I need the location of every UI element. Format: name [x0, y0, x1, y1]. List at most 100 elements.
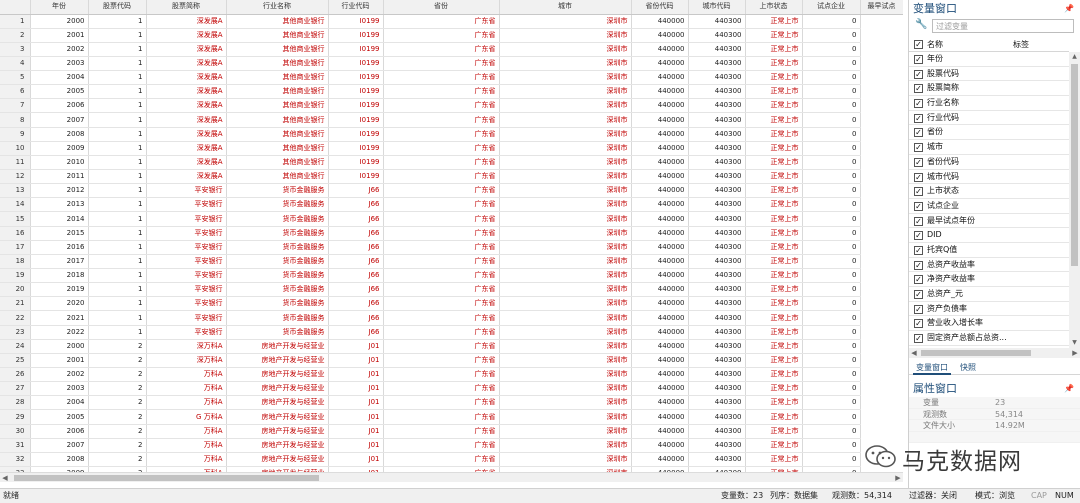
table-cell[interactable]: I0199: [328, 70, 384, 86]
variable-item[interactable]: ✓ 股票代码: [909, 67, 1069, 82]
row-number[interactable]: 23: [0, 325, 31, 340]
table-cell[interactable]: 广东省: [383, 211, 500, 227]
table-cell[interactable]: 0: [802, 254, 861, 270]
table-cell[interactable]: 2003: [30, 56, 89, 72]
pin-icon[interactable]: 📌: [1064, 0, 1074, 17]
table-cell[interactable]: 深圳市: [499, 310, 632, 326]
table-cell[interactable]: I0199: [328, 127, 384, 142]
table-cell[interactable]: 0: [802, 155, 861, 171]
table-cell[interactable]: 440000: [631, 438, 689, 453]
table-cell[interactable]: 深圳市: [499, 127, 632, 142]
table-row[interactable]: 27 2003 2 万科A 房地产开发与经营业 J01 广东省 深圳市 440000 440300…: [0, 381, 903, 397]
table-cell[interactable]: 平安银行: [146, 310, 227, 326]
table-cell[interactable]: 0: [802, 268, 861, 284]
row-number[interactable]: 30: [0, 424, 31, 439]
variable-checkbox[interactable]: ✓: [914, 99, 923, 109]
table-cell[interactable]: I0199: [328, 98, 384, 114]
variable-item[interactable]: ✓ 净资产收益率: [909, 272, 1069, 287]
variable-list[interactable]: ✓ 年份 ✓ 股票代码 ✓ 股票简称 ✓ 行业名称 ✓ 行业代码 ✓ 省份 ✓ 城市 ✓ 省份代码 ✓ 城市代码 ✓…: [909, 52, 1069, 346]
table-cell[interactable]: 深发展A: [146, 127, 227, 142]
table-cell[interactable]: 2007: [30, 112, 89, 128]
column-header[interactable]: 省份代码: [631, 0, 689, 15]
table-cell[interactable]: 0: [802, 169, 861, 185]
row-number[interactable]: 32: [0, 452, 31, 468]
table-cell[interactable]: 440300: [688, 452, 746, 468]
table-cell[interactable]: 货币金融服务: [226, 197, 329, 213]
table-cell[interactable]: J66: [328, 296, 384, 312]
variable-checkbox[interactable]: ✓: [914, 231, 923, 241]
table-cell[interactable]: 广东省: [383, 268, 500, 284]
table-cell[interactable]: 正常上市: [745, 310, 803, 326]
table-cell[interactable]: 440000: [631, 183, 689, 199]
table-cell[interactable]: 深圳市: [499, 226, 632, 241]
table-cell[interactable]: 440000: [631, 353, 689, 369]
table-cell[interactable]: 深圳市: [499, 409, 632, 425]
table-cell[interactable]: 其他商业银行: [226, 70, 329, 86]
table-cell[interactable]: 正常上市: [745, 98, 803, 114]
table-cell[interactable]: 440300: [688, 56, 746, 72]
table-cell[interactable]: 0: [802, 112, 861, 128]
table-cell[interactable]: 440300: [688, 339, 746, 354]
table-cell[interactable]: J66: [328, 254, 384, 270]
table-cell[interactable]: 2: [88, 353, 147, 369]
label-column-header[interactable]: 标签: [1013, 37, 1029, 52]
table-cell[interactable]: 0: [802, 240, 861, 255]
table-cell[interactable]: 2: [88, 438, 147, 453]
table-cell[interactable]: 2: [88, 367, 147, 383]
table-cell[interactable]: 货币金融服务: [226, 211, 329, 227]
column-header[interactable]: 省份: [383, 0, 500, 15]
grid-body[interactable]: 1 2000 1 深发展A 其他商业银行 I0199 广东省 深圳市 440000 440300 正…: [0, 14, 903, 472]
table-cell[interactable]: 0: [802, 56, 861, 72]
variable-checkbox[interactable]: ✓: [914, 201, 923, 211]
scroll-left-icon[interactable]: ◀: [909, 348, 919, 358]
table-cell[interactable]: 0: [802, 395, 861, 411]
table-cell[interactable]: 2000: [30, 14, 89, 29]
table-cell[interactable]: 平安银行: [146, 268, 227, 284]
table-cell[interactable]: 广东省: [383, 240, 500, 255]
variable-checkbox[interactable]: ✓: [914, 157, 923, 167]
table-cell[interactable]: J66: [328, 183, 384, 199]
table-cell[interactable]: 深发展A: [146, 56, 227, 72]
table-cell[interactable]: 1: [88, 84, 147, 100]
table-cell[interactable]: 正常上市: [745, 381, 803, 397]
table-row[interactable]: 20 2019 1 平安银行 货币金融服务 J66 广东省 深圳市 440000 440300 正常…: [0, 282, 903, 298]
table-cell[interactable]: 0: [802, 84, 861, 100]
table-cell[interactable]: 房地产开发与经营业: [226, 452, 329, 468]
table-cell[interactable]: 2010: [30, 155, 89, 171]
variable-item[interactable]: ✓ 行业名称: [909, 96, 1069, 111]
table-cell[interactable]: J01: [328, 452, 384, 468]
row-number[interactable]: 8: [0, 112, 31, 128]
table-row[interactable]: 13 2012 1 平安银行 货币金融服务 J66 广东省 深圳市 440000 440300 正常…: [0, 183, 903, 199]
table-cell[interactable]: 0: [802, 211, 861, 227]
table-cell[interactable]: 正常上市: [745, 112, 803, 128]
table-cell[interactable]: 深万科A: [146, 339, 227, 354]
table-cell[interactable]: J66: [328, 240, 384, 255]
row-number[interactable]: 6: [0, 84, 31, 100]
table-cell[interactable]: 440300: [688, 438, 746, 453]
scroll-thumb[interactable]: [1071, 64, 1078, 266]
table-cell[interactable]: 广东省: [383, 424, 500, 439]
column-header[interactable]: 年份: [30, 0, 89, 15]
table-cell[interactable]: 广东省: [383, 127, 500, 142]
table-cell[interactable]: 440300: [688, 70, 746, 86]
table-cell[interactable]: 广东省: [383, 28, 500, 43]
table-cell[interactable]: 房地产开发与经营业: [226, 381, 329, 397]
table-cell[interactable]: 2006: [30, 424, 89, 439]
table-cell[interactable]: 440300: [688, 254, 746, 270]
table-cell[interactable]: 440000: [631, 325, 689, 340]
table-cell[interactable]: 0: [802, 367, 861, 383]
table-cell[interactable]: 2003: [30, 381, 89, 397]
table-cell[interactable]: 1: [88, 310, 147, 326]
table-cell[interactable]: 正常上市: [745, 282, 803, 298]
table-cell[interactable]: 2018: [30, 268, 89, 284]
table-cell[interactable]: 0: [802, 42, 861, 57]
variable-item[interactable]: ✓ 营业收入增长率: [909, 316, 1069, 332]
table-cell[interactable]: J66: [328, 197, 384, 213]
table-cell[interactable]: 平安银行: [146, 240, 227, 255]
variable-checkbox[interactable]: ✓: [914, 187, 923, 197]
table-cell[interactable]: I0199: [328, 56, 384, 72]
variable-item[interactable]: ✓ 行业代码: [909, 111, 1069, 126]
table-cell[interactable]: 其他商业银行: [226, 169, 329, 185]
table-cell[interactable]: 2002: [30, 367, 89, 383]
table-cell[interactable]: 440300: [688, 310, 746, 326]
